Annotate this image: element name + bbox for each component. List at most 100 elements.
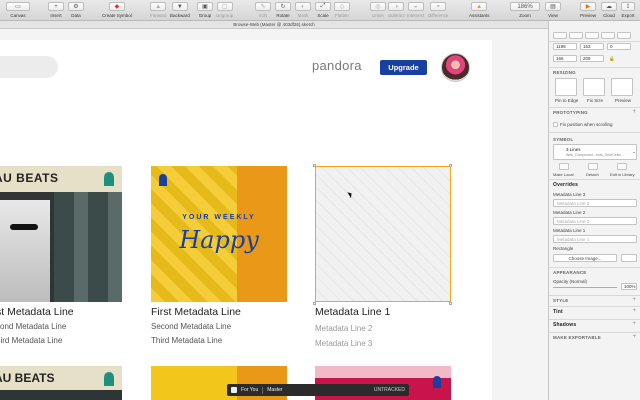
library-bar[interactable]: For You Master UNTRACKED — [227, 384, 409, 396]
make-local-label: Make Local — [553, 172, 574, 177]
card1-line3: hird Metadata Line — [0, 336, 63, 345]
divider — [549, 319, 640, 320]
tint-header: Tint — [553, 309, 563, 315]
ml3-field[interactable]: Metadata Line 3 — [553, 199, 637, 207]
divider — [549, 295, 640, 296]
rectangle-label: Rectangle — [553, 246, 574, 251]
align-bottom-icon[interactable] — [617, 32, 631, 39]
library-icon — [231, 387, 237, 393]
backward-tool[interactable]: ▼ Backward — [170, 2, 190, 18]
ml2-field[interactable]: Metadata Line 2 — [553, 217, 637, 225]
art-title: Happy — [179, 226, 259, 254]
add-shadow-icon[interactable]: + — [632, 321, 636, 327]
zoom-label: Zoom — [519, 13, 531, 18]
symbol-picker[interactable]: 3 Lines Web_Component...ents_Grid/Cells/… — [553, 144, 637, 160]
align-right-icon[interactable] — [585, 32, 599, 39]
flatten-icon: ◇ — [334, 2, 350, 11]
cloud-tool[interactable]: ☁ Cloud — [601, 2, 617, 18]
align-center-icon[interactable] — [569, 32, 583, 39]
add-style-icon[interactable]: + — [632, 297, 636, 303]
zoom-tool[interactable]: 186% Zoom — [510, 2, 540, 18]
canvas-tool[interactable]: ▭ Canvas — [6, 2, 30, 18]
divider — [549, 179, 640, 180]
ml1-placeholder: Metadata Line 1 — [557, 237, 590, 242]
intersect-label: Intersect — [407, 13, 425, 18]
selected-placeholder[interactable] — [315, 166, 451, 302]
view-tool[interactable]: ▤ View — [545, 2, 561, 18]
library-item-master[interactable]: Master — [267, 387, 282, 393]
create-symbol-tool[interactable]: ◆ Create Symbol — [102, 2, 132, 18]
art-title: AU BEATS — [0, 371, 55, 385]
pandora-logo: pandora — [312, 58, 362, 73]
x-field[interactable]: 1198 — [553, 43, 577, 50]
symbol-header: SYMBOL — [553, 137, 574, 142]
album-art-beats[interactable]: AU BEATS — [0, 166, 122, 302]
ungroup-tool[interactable]: ▢ Ungroup — [216, 2, 233, 18]
edit-tool[interactable]: ✎ Edit — [255, 2, 271, 18]
mask-tool[interactable]: ◐ Mask — [295, 2, 311, 18]
insert-tool[interactable]: + Insert — [48, 2, 64, 18]
opacity-field[interactable]: 100% — [621, 283, 637, 290]
assistants-tool[interactable]: ▲ Assistants — [469, 2, 490, 18]
opacity-label: Opacity (Normal) — [553, 279, 588, 284]
subtract-tool[interactable]: ◑ Subtract — [388, 2, 405, 18]
rotate-tool[interactable]: ↻ Rotate — [275, 2, 291, 18]
ml3-label: Metadata Line 3 — [553, 192, 586, 197]
rotation-field[interactable]: 0 — [607, 43, 631, 50]
scale-tool[interactable]: ⤢ Scale — [315, 2, 331, 18]
difference-tool[interactable]: ◓ Difference — [428, 2, 448, 18]
add-tint-icon[interactable]: + — [632, 308, 636, 314]
resize-handle[interactable] — [313, 164, 316, 167]
avatar[interactable] — [441, 53, 470, 82]
fix-size-control[interactable] — [583, 78, 605, 96]
upgrade-button[interactable]: Upgrade — [380, 60, 427, 75]
library-item-for-you[interactable]: For You — [241, 387, 258, 393]
flatten-tool[interactable]: ◇ Flatten — [334, 2, 350, 18]
height-field[interactable]: 209 — [580, 55, 604, 62]
add-export-icon[interactable]: + — [632, 334, 636, 340]
edit-in-library-label: Edit in Library — [610, 172, 635, 177]
add-prototyping-icon[interactable]: + — [632, 109, 636, 115]
edit-in-library-icon[interactable] — [617, 163, 627, 170]
artboard[interactable]: pandora Upgrade AU BEATS st Metadata Lin… — [0, 40, 492, 400]
choose-image-label: Choose Image... — [568, 256, 602, 261]
image-swatch[interactable] — [621, 254, 637, 262]
intersect-icon: ◒ — [407, 2, 424, 11]
ml1-field[interactable]: Metadata Line 1 — [553, 235, 637, 243]
opacity-slider[interactable] — [553, 287, 617, 288]
make-local-icon[interactable] — [559, 163, 569, 170]
preview-tool[interactable]: ▶ Preview — [580, 2, 596, 18]
album-art-happy[interactable]: YOUR WEEKLY Happy — [151, 166, 287, 302]
search-bar[interactable] — [0, 56, 58, 78]
card1-line2: cond Metadata Line — [0, 322, 67, 331]
canvas-icon: ▭ — [6, 2, 30, 11]
appearance-header: APPEARANCE — [553, 270, 587, 275]
forward-tool[interactable]: ▲ Forward — [150, 2, 167, 18]
symbol-path: Web_Component...ents_Grid/Cells/... — [566, 153, 624, 157]
detach-icon[interactable] — [588, 163, 598, 170]
fix-position-checkbox[interactable] — [553, 122, 558, 127]
resize-handle[interactable] — [313, 302, 316, 305]
canvas[interactable]: pandora Upgrade AU BEATS st Metadata Lin… — [0, 29, 548, 400]
choose-image-button[interactable]: Choose Image... — [553, 254, 617, 262]
zoom-control: 186% — [510, 2, 540, 11]
art-band — [315, 366, 451, 378]
group-tool[interactable]: ▣ Group — [197, 2, 213, 18]
align-left-icon[interactable] — [553, 32, 567, 39]
export-tool[interactable]: ⇪ Export — [621, 2, 635, 18]
album-art-beats-bottom[interactable]: AU BEATS — [0, 366, 122, 400]
lock-icon[interactable]: 🔒 — [607, 55, 617, 62]
width-field[interactable]: 166 — [553, 55, 577, 62]
resize-handle[interactable] — [449, 302, 452, 305]
pin-to-edge-control[interactable] — [555, 78, 577, 96]
union-tool[interactable]: ◎ Union — [370, 2, 386, 18]
align-top-icon[interactable] — [601, 32, 615, 39]
pandora-p-icon — [104, 372, 114, 386]
library-status: UNTRACKED — [373, 387, 405, 393]
data-tool[interactable]: ⚙ Data — [68, 2, 84, 18]
intersect-tool[interactable]: ◒ Intersect — [407, 2, 424, 18]
y-field[interactable]: 153 — [580, 43, 604, 50]
resize-handle[interactable] — [449, 164, 452, 167]
art-title: AU BEATS — [0, 171, 59, 185]
preview-icon: ▶ — [580, 2, 596, 11]
